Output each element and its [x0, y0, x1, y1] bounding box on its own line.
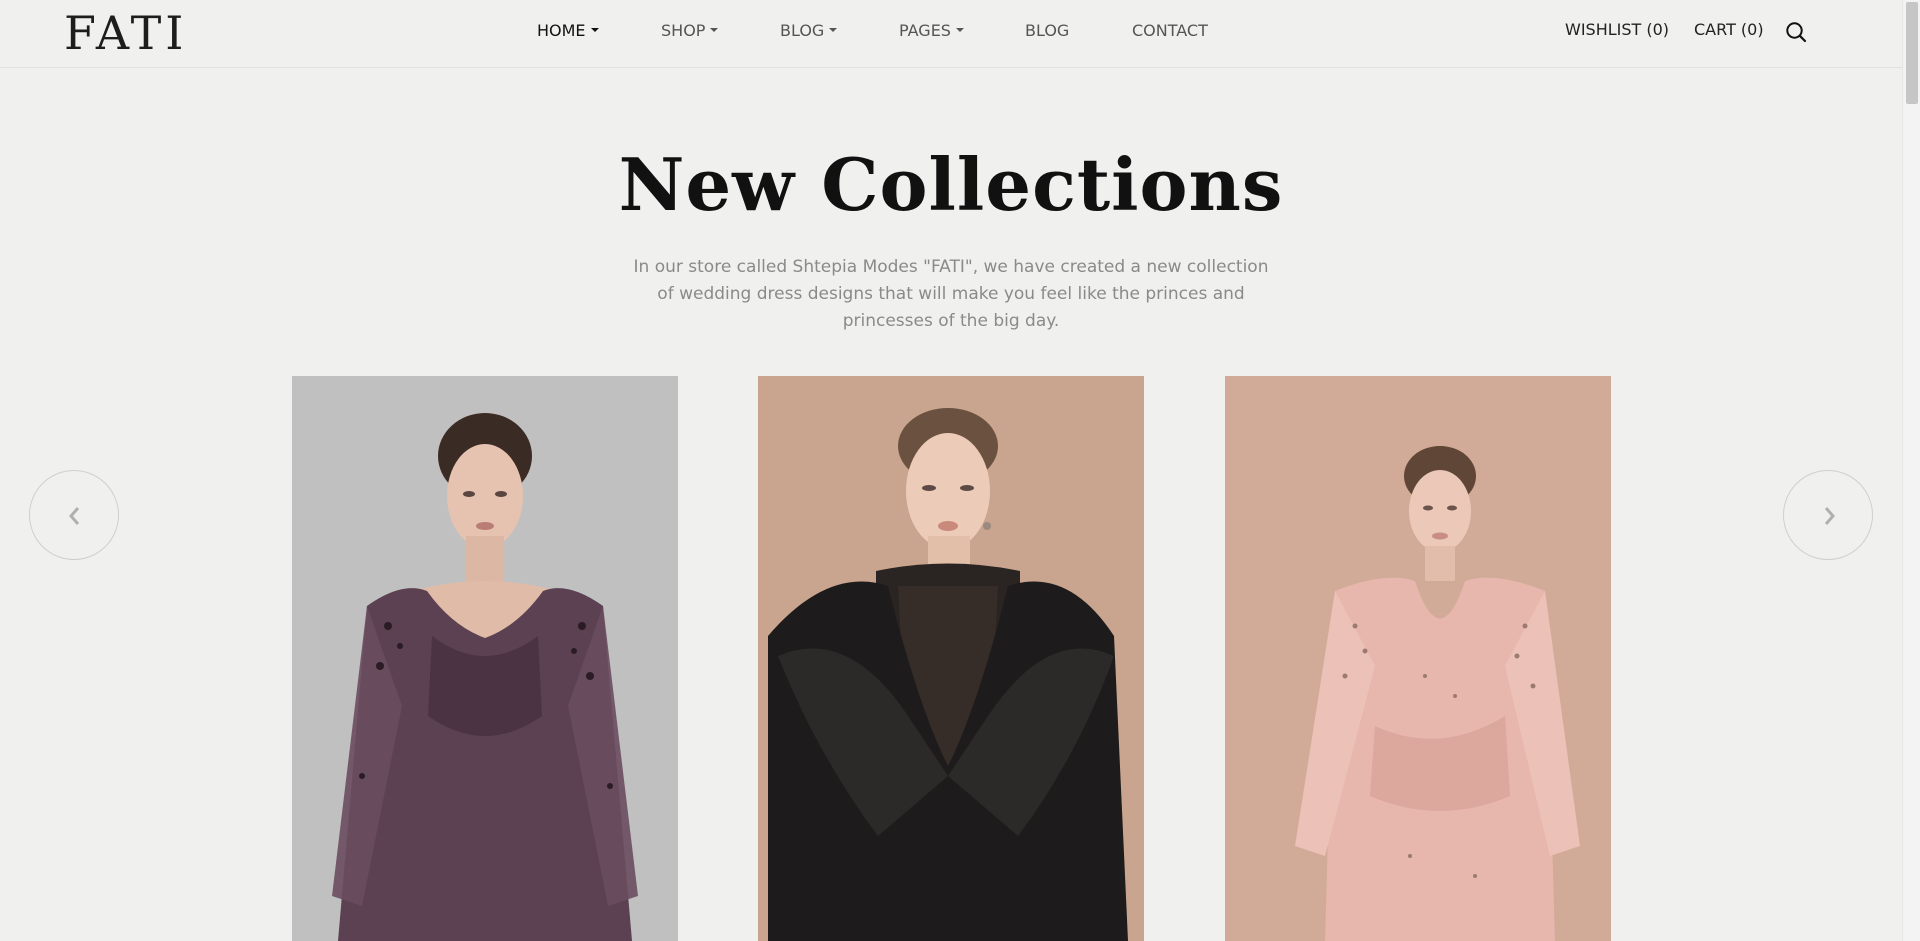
product-card[interactable]: [292, 376, 678, 941]
brand-logo[interactable]: FATI: [64, 6, 187, 60]
product-image: [758, 376, 1144, 941]
nav-item-shop[interactable]: SHOP: [661, 21, 719, 41]
product-image: [1225, 376, 1611, 941]
nav-item-label: BLOG: [1025, 21, 1070, 40]
nav-item-label: PAGES: [899, 21, 951, 40]
carousel-next-button[interactable]: [1783, 470, 1873, 560]
nav-item-label: HOME: [537, 21, 586, 40]
nav-item-label: CONTACT: [1132, 21, 1208, 40]
section-description: In our store called Shtepia Modes "FATI"…: [633, 257, 1269, 331]
nav-item-contact[interactable]: CONTACT: [1132, 21, 1208, 41]
chevron-right-icon: [1824, 507, 1835, 525]
nav-item-label: SHOP: [661, 21, 706, 40]
nav-item-pages[interactable]: PAGES: [899, 21, 964, 41]
product-image: [292, 376, 678, 941]
cart-link[interactable]: CART (0): [1694, 20, 1764, 40]
caret-down-icon: [590, 27, 599, 32]
caret-down-icon: [955, 27, 964, 32]
wishlist-link[interactable]: WISHLIST (0): [1565, 20, 1669, 40]
product-card[interactable]: [1225, 376, 1611, 941]
caret-down-icon: [710, 27, 719, 32]
chevron-left-icon: [69, 507, 80, 525]
nav-item-label: BLOG: [780, 21, 825, 40]
site-header: FATI HOME SHOP BLOG PAGES BLOG CONTACT W…: [0, 0, 1902, 68]
caret-down-icon: [829, 27, 838, 32]
nav-item-home[interactable]: HOME: [537, 21, 599, 41]
search-icon[interactable]: [1785, 21, 1807, 43]
scrollbar-thumb[interactable]: [1906, 2, 1918, 104]
page-scrollbar[interactable]: [1902, 0, 1920, 941]
section-title: New Collections: [618, 142, 1284, 227]
nav-item-blog-dropdown[interactable]: BLOG: [780, 21, 838, 41]
nav-item-blog[interactable]: BLOG: [1025, 21, 1069, 41]
carousel-prev-button[interactable]: [29, 470, 119, 560]
product-card[interactable]: [758, 376, 1144, 941]
